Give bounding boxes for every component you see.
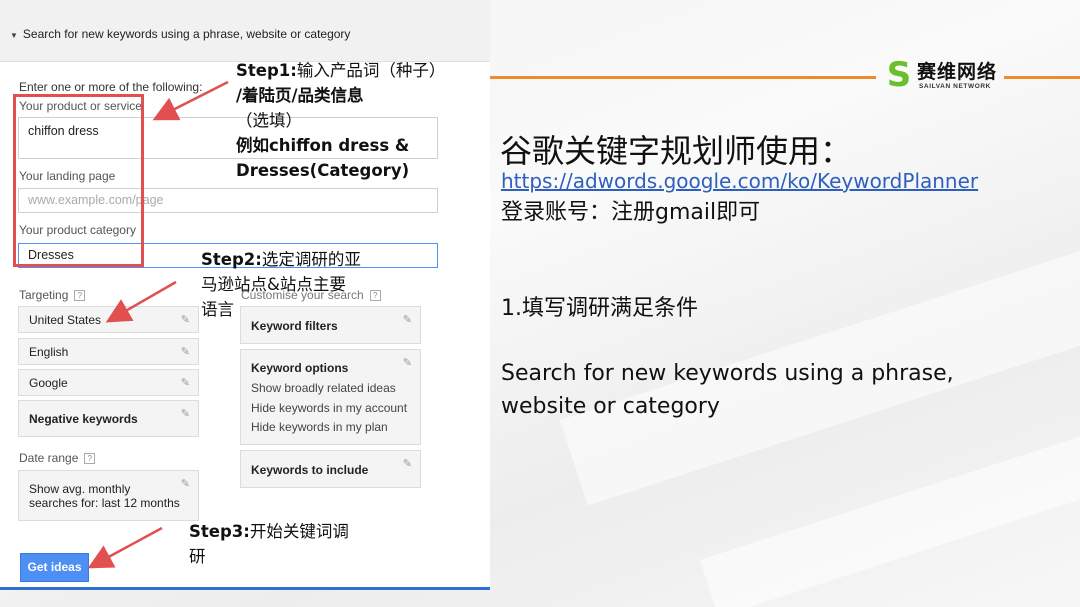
description-line-1: Search for new keywords using a phrase,: [501, 361, 954, 386]
targeting-network[interactable]: Google ✎: [18, 369, 199, 396]
get-ideas-button[interactable]: Get ideas: [20, 553, 89, 582]
description-line-2: website or category: [501, 394, 720, 419]
date-range-label: Date range?: [19, 451, 96, 465]
edit-pencil-icon[interactable]: ✎: [181, 313, 190, 326]
background-stripe: [560, 203, 1080, 506]
step1-annotation: Step1:输入产品词（种子） /着陆页/品类信息 （选填） 例如chiffon…: [236, 61, 446, 180]
targeting-label: Targeting?: [19, 288, 86, 302]
keywords-to-include[interactable]: Keywords to include ✎: [240, 450, 421, 488]
edit-pencil-icon[interactable]: ✎: [181, 477, 190, 490]
sailvan-logo: S 赛维网络 SAILVAN NETWORK: [884, 56, 999, 94]
edit-pencil-icon[interactable]: ✎: [403, 356, 412, 369]
help-icon[interactable]: ?: [369, 290, 381, 301]
login-note: 登录账号：注册gmail即可: [501, 200, 761, 225]
section-header[interactable]: ▼ Search for new keywords using a phrase,…: [0, 0, 490, 62]
collapse-caret-icon[interactable]: ▼: [10, 31, 18, 40]
targeting-language[interactable]: English ✎: [18, 338, 199, 365]
help-icon[interactable]: ?: [74, 290, 86, 301]
annotation-highlight-box: [13, 94, 144, 267]
edit-pencil-icon[interactable]: ✎: [181, 407, 190, 420]
targeting-location[interactable]: United States ✎: [18, 306, 199, 333]
option-line: Hide keywords in my account: [251, 401, 408, 415]
help-icon[interactable]: ?: [84, 453, 96, 464]
section-header-label: Search for new keywords using a phrase, …: [22, 27, 351, 41]
edit-pencil-icon[interactable]: ✎: [403, 457, 412, 470]
date-range-selector[interactable]: Show avg. monthly searches for: last 12 …: [18, 470, 199, 521]
logo-mark-icon: S: [886, 55, 912, 95]
intro-text: Enter one or more of the following:: [19, 80, 203, 94]
orange-divider-left: [490, 76, 876, 79]
edit-pencil-icon[interactable]: ✎: [181, 376, 190, 389]
keyword-planner-link[interactable]: https://adwords.google.com/ko/KeywordPla…: [501, 169, 978, 193]
step-heading: 1.填写调研满足条件: [501, 296, 698, 321]
keyword-options[interactable]: Keyword options ✎ Show broadly related id…: [240, 349, 421, 445]
option-line: Show broadly related ideas: [251, 381, 396, 395]
edit-pencil-icon[interactable]: ✎: [181, 345, 190, 358]
option-line: Hide keywords in my plan: [251, 420, 388, 434]
slide-title: 谷歌关键字规划师使用：: [500, 132, 853, 170]
edit-pencil-icon[interactable]: ✎: [403, 313, 412, 326]
step3-annotation: Step3:开始关键词调 研: [189, 522, 349, 566]
negative-keywords[interactable]: Negative keywords ✎: [18, 400, 199, 437]
orange-divider-right: [1004, 76, 1080, 79]
step2-annotation: Step2:选定调研的亚 马逊站点&站点主要 语言: [201, 250, 361, 319]
